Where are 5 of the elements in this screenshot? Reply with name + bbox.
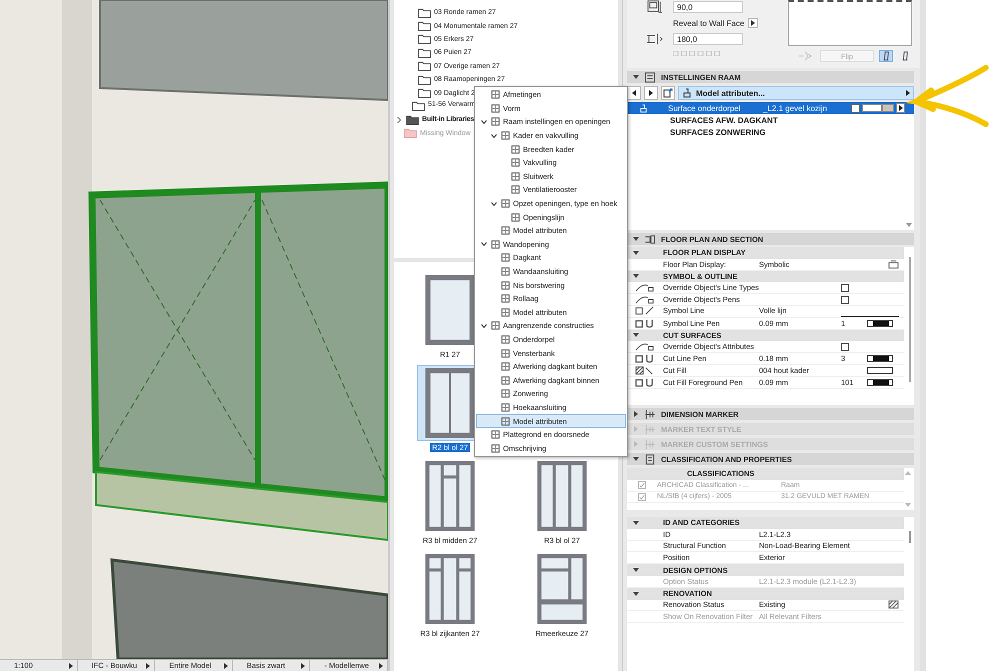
surface-label: Surface onderdorpel	[668, 104, 742, 112]
group-heading: SURFACES AFW. DAGKANT	[670, 116, 778, 124]
surface-value: _L2.1 gevel kozijn	[763, 104, 828, 112]
group-heading: SURFACES ZONWERING	[670, 128, 766, 136]
reveal-label: Reveal to Wall Face	[673, 18, 744, 28]
